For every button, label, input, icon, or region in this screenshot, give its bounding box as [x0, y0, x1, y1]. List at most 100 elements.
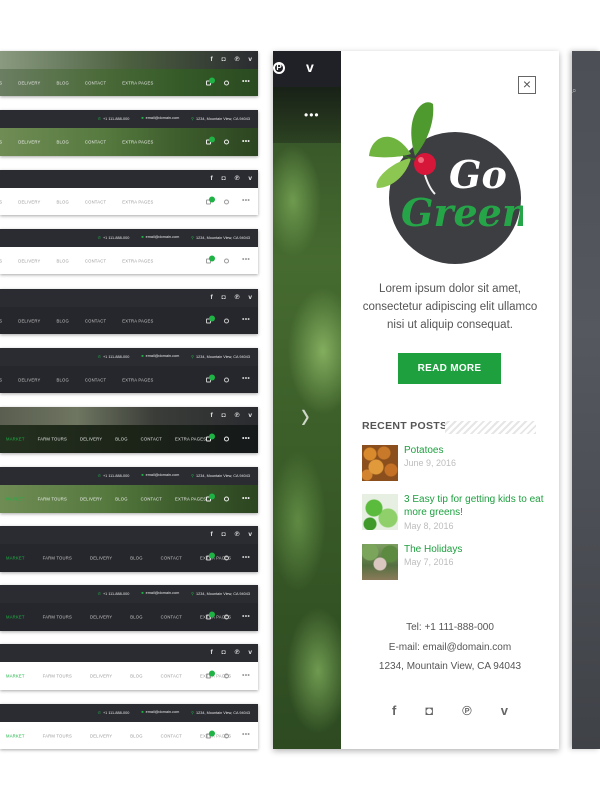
nav-item-blog[interactable]: BLOG [56, 258, 68, 263]
nav-item-extra-pages[interactable]: EXTRA PAGES [122, 258, 153, 263]
cart-icon[interactable] [206, 611, 216, 620]
nav-item-farm-tours[interactable]: FARM TOURS [38, 497, 67, 502]
vimeo-icon[interactable]: v [501, 703, 508, 718]
pinterest-icon[interactable]: ℗ [235, 294, 240, 301]
nav-item-market[interactable]: MARKET [6, 556, 25, 561]
more-icon[interactable]: ••• [242, 376, 250, 383]
post-title[interactable]: Potatoes [404, 445, 544, 458]
nav-item[interactable]: RS [0, 258, 2, 263]
facebook-icon[interactable]: f [210, 56, 212, 63]
nav-item-farm-tours[interactable]: FARM TOURS [43, 733, 72, 738]
nav-item-delivery[interactable]: DELIVERY [90, 615, 112, 620]
more-icon[interactable]: ••• [242, 672, 250, 679]
nav-item[interactable]: RS [0, 199, 2, 204]
nav-item-contact[interactable]: CONTACT [85, 80, 106, 85]
more-icon[interactable]: ••• [242, 257, 250, 264]
nav-item-delivery[interactable]: DELIVERY [90, 674, 112, 679]
search-icon[interactable] [224, 673, 230, 679]
cart-icon[interactable] [206, 670, 216, 679]
cart-icon[interactable] [206, 552, 216, 561]
search-icon[interactable] [224, 436, 230, 442]
nav-item-contact[interactable]: CONTACT [85, 258, 106, 263]
nav-item-blog[interactable]: BLOG [130, 733, 142, 738]
nav-item-market[interactable]: MARKET [6, 615, 25, 620]
vimeo-icon[interactable]: v [248, 294, 252, 301]
nav-item-blog[interactable]: BLOG [56, 377, 68, 382]
cart-icon[interactable] [206, 374, 216, 382]
nav-item-blog[interactable]: BLOG [56, 199, 68, 204]
pinterest-icon[interactable]: ℗ [235, 649, 240, 656]
nav-item-extra-pages[interactable]: EXTRA PAGES [175, 437, 206, 442]
nav-item-contact[interactable]: CONTACT [141, 497, 162, 502]
cart-icon[interactable] [206, 77, 216, 85]
instagram-icon[interactable]: ◘ [425, 703, 433, 718]
nav-item-extra-pages[interactable]: EXTRA PAGES [122, 318, 153, 323]
instagram-icon[interactable]: ◘ [222, 412, 226, 419]
nav-item-contact[interactable]: CONTACT [161, 674, 182, 679]
nav-item-contact[interactable]: CONTACT [161, 615, 182, 620]
nav-item[interactable]: RS [0, 377, 2, 382]
nav-item-delivery[interactable]: DELIVERY [90, 556, 112, 561]
email-text[interactable]: ■ email@domain.com [141, 710, 179, 715]
nav-item-delivery[interactable]: DELIVERY [80, 497, 102, 502]
cart-icon[interactable] [206, 196, 216, 204]
facebook-icon[interactable]: f [210, 412, 212, 419]
nav-item-market[interactable]: MARKET [6, 674, 25, 679]
nav-item-blog[interactable]: BLOG [130, 674, 142, 679]
nav-item-contact[interactable]: CONTACT [85, 140, 106, 145]
nav-item-market[interactable]: MARKET [6, 437, 25, 442]
nav-item-contact[interactable]: CONTACT [141, 437, 162, 442]
post-title[interactable]: The Holidays [404, 544, 544, 557]
cart-icon[interactable] [206, 730, 216, 738]
nav-item-blog[interactable]: BLOG [56, 140, 68, 145]
pinterest-icon[interactable]: ℗ [462, 703, 472, 718]
post-title[interactable]: 3 Easy tip for getting kids to eat more … [404, 494, 544, 519]
vimeo-icon[interactable]: v [248, 175, 252, 182]
pinterest-icon[interactable]: P [273, 62, 285, 74]
read-more-button[interactable]: READ MORE [398, 353, 501, 384]
nav-item-extra-pages[interactable]: EXTRA PAGES [122, 377, 153, 382]
nav-item-contact[interactable]: CONTACT [85, 199, 106, 204]
search-icon[interactable] [224, 318, 230, 323]
nav-item-blog[interactable]: BLOG [130, 615, 142, 620]
facebook-icon[interactable]: f [210, 294, 212, 301]
instagram-icon[interactable]: ◘ [222, 56, 226, 63]
email-text[interactable]: ■ email@domain.com [141, 473, 179, 478]
pinterest-icon[interactable]: ℗ [235, 175, 240, 182]
instagram-icon[interactable]: ◘ [222, 294, 226, 301]
vimeo-icon[interactable]: v [248, 412, 252, 419]
nav-item-farm-tours[interactable]: FARM TOURS [43, 674, 72, 679]
more-icon[interactable]: ••• [242, 554, 250, 561]
search-icon[interactable] [224, 377, 230, 382]
nav-item-delivery[interactable]: DELIVERY [18, 318, 40, 323]
nav-item-delivery[interactable]: DELIVERY [18, 80, 40, 85]
nav-item-blog[interactable]: BLOG [130, 556, 142, 561]
more-icon[interactable]: ••• [242, 79, 250, 86]
vimeo-icon[interactable]: v [248, 649, 252, 656]
nav-item-delivery[interactable]: DELIVERY [18, 258, 40, 263]
search-icon[interactable]: ⌕ [572, 86, 576, 96]
vimeo-icon[interactable]: v [306, 59, 314, 75]
more-icon[interactable]: ••• [242, 613, 250, 620]
more-icon[interactable]: ••• [304, 109, 320, 121]
more-icon[interactable]: ••• [242, 198, 250, 205]
email-text[interactable]: ■ email@domain.com [141, 116, 179, 121]
cart-icon[interactable] [206, 315, 216, 323]
nav-item-extra-pages[interactable]: EXTRA PAGES [175, 497, 206, 502]
more-icon[interactable]: ••• [242, 435, 250, 442]
cart-icon[interactable] [206, 136, 216, 145]
nav-item[interactable]: RS [0, 318, 2, 323]
nav-item-farm-tours[interactable]: FARM TOURS [38, 437, 67, 442]
search-icon[interactable] [224, 199, 230, 204]
search-icon[interactable] [224, 139, 230, 145]
nav-item-delivery[interactable]: DELIVERY [18, 199, 40, 204]
more-icon[interactable]: ••• [242, 495, 250, 502]
nav-item-market[interactable]: MARKET [6, 733, 25, 738]
more-icon[interactable]: ••• [242, 138, 250, 145]
search-icon[interactable] [224, 555, 230, 561]
nav-item-delivery[interactable]: DELIVERY [18, 140, 40, 145]
cart-icon[interactable] [206, 255, 216, 263]
cart-icon[interactable] [206, 433, 216, 442]
post-thumbnail-greens[interactable] [362, 494, 398, 530]
nav-item-contact[interactable]: CONTACT [161, 556, 182, 561]
